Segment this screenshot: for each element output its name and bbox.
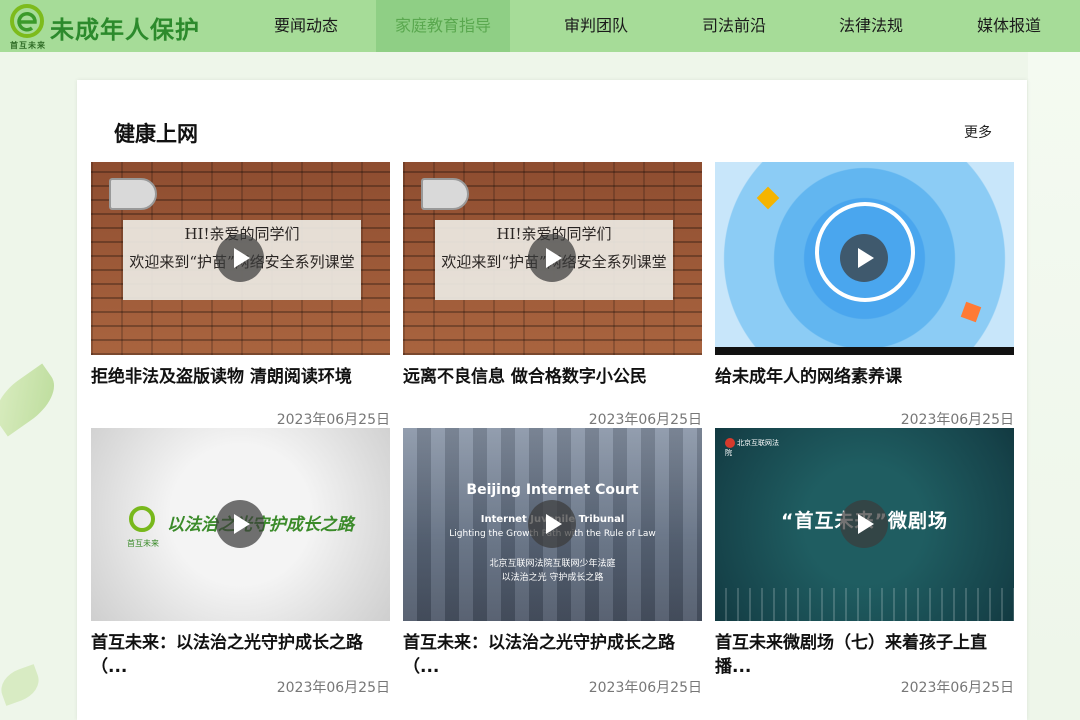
video-thumbnail[interactable]: HI!亲爱的同学们 欢迎来到“护苗”网络安全系列课堂 xyxy=(403,162,702,355)
decor-ground xyxy=(715,588,1014,621)
nav-item-judicial-frontier[interactable]: 司法前沿 xyxy=(682,0,786,52)
nav-item-news[interactable]: 要闻动态 xyxy=(236,0,376,52)
card-title[interactable]: 远离不良信息 做合格数字小公民 xyxy=(403,365,702,389)
video-thumbnail[interactable]: Beijing Internet Court Internet Juvenile… xyxy=(403,428,702,621)
video-card[interactable]: 北京互联网法院 “首互未来”微剧场 首互未来微剧场（七）来着孩子上直播... 2… xyxy=(715,428,1014,696)
play-icon[interactable] xyxy=(840,500,888,548)
card-date: 2023年06月25日 xyxy=(588,412,702,428)
decor-leaf xyxy=(0,363,66,437)
card-title[interactable]: 首互未来：以法治之光守护成长之路（... xyxy=(91,631,390,679)
logo-subtitle: 首互未来 xyxy=(10,41,46,50)
video-thumbnail[interactable]: HI!亲爱的同学们 欢迎来到“护苗”网络安全系列课堂 xyxy=(91,162,390,355)
nav-item-trial-team[interactable]: 审判团队 xyxy=(510,0,682,52)
thumbnail-bottom-bar xyxy=(715,347,1014,355)
thumbnail-caption: 北京互联网法院互联网少年法庭 xyxy=(489,559,616,569)
card-title[interactable]: 拒绝非法及盗版读物 清朗阅读环境 xyxy=(91,365,390,389)
video-card[interactable]: HI!亲爱的同学们 欢迎来到“护苗”网络安全系列课堂 远离不良信息 做合格数字小… xyxy=(403,162,702,428)
card-date: 2023年06月25日 xyxy=(276,412,390,428)
card-title[interactable]: 首互未来微剧场（七）来着孩子上直播... xyxy=(715,631,1014,679)
play-icon[interactable] xyxy=(216,234,264,282)
video-card[interactable]: HI!亲爱的同学们 欢迎来到“护苗”网络安全系列课堂 拒绝非法及盗版读物 清朗阅… xyxy=(91,162,390,428)
card-date: 2023年06月25日 xyxy=(276,680,390,696)
card-title[interactable]: 首互未来：以法治之光守护成长之路（... xyxy=(403,631,702,679)
card-date: 2023年06月25日 xyxy=(588,680,702,696)
play-icon[interactable] xyxy=(840,234,888,282)
megaphone-icon xyxy=(421,178,469,210)
video-card[interactable]: 给未成年人的网络素养课 2023年06月25日 xyxy=(715,162,1014,428)
decor-right xyxy=(1028,52,1080,694)
main-nav: 要闻动态 家庭教育指导 审判团队 司法前沿 法律法规 媒体报道 xyxy=(236,0,1062,52)
top-nav-bar: 首互未来 未成年人保护 要闻动态 家庭教育指导 审判团队 司法前沿 法律法规 媒… xyxy=(0,0,1080,52)
court-badge: 北京互联网法院 xyxy=(725,438,783,457)
thumbnail-caption: 以法治之光 守护成长之路 xyxy=(501,573,604,583)
video-card[interactable]: 首互未来 以法治之光守护成长之路 首互未来：以法治之光守护成长之路（... 20… xyxy=(91,428,390,696)
nav-item-laws[interactable]: 法律法规 xyxy=(786,0,956,52)
megaphone-icon xyxy=(109,178,157,210)
play-icon[interactable] xyxy=(528,500,576,548)
play-icon[interactable] xyxy=(528,234,576,282)
card-date: 2023年06月25日 xyxy=(900,680,1014,696)
more-link[interactable]: 更多 xyxy=(964,122,992,142)
video-thumbnail[interactable]: 首互未来 以法治之光守护成长之路 xyxy=(91,428,390,621)
play-icon[interactable] xyxy=(216,500,264,548)
decor-leaf-small xyxy=(0,664,44,706)
video-thumbnail[interactable] xyxy=(715,162,1014,355)
decor-diamond xyxy=(960,301,982,323)
nav-item-family-education[interactable]: 家庭教育指导 xyxy=(376,0,510,52)
nav-item-media[interactable]: 媒体报道 xyxy=(956,0,1062,52)
logo-e-icon xyxy=(10,4,44,38)
content-panel: 健康上网 更多 HI!亲爱的同学们 欢迎来到“护苗”网络安全系列课堂 拒绝非法及… xyxy=(77,80,1027,720)
logo-e-icon xyxy=(129,506,155,532)
video-card[interactable]: Beijing Internet Court Internet Juvenile… xyxy=(403,428,702,696)
video-thumbnail[interactable]: 北京互联网法院 “首互未来”微剧场 xyxy=(715,428,1014,621)
card-title[interactable]: 给未成年人的网络素养课 xyxy=(715,365,1014,389)
thumbnail-caption: Beijing Internet Court xyxy=(466,482,639,498)
section-title: 健康上网 xyxy=(114,122,198,146)
logo-title: 未成年人保护 xyxy=(50,16,200,44)
card-date: 2023年06月25日 xyxy=(900,412,1014,428)
site-logo[interactable]: 首互未来 未成年人保护 xyxy=(10,4,200,50)
thumbnail-logo-sub: 首互未来 xyxy=(127,539,159,548)
decor-diamond xyxy=(756,186,780,210)
